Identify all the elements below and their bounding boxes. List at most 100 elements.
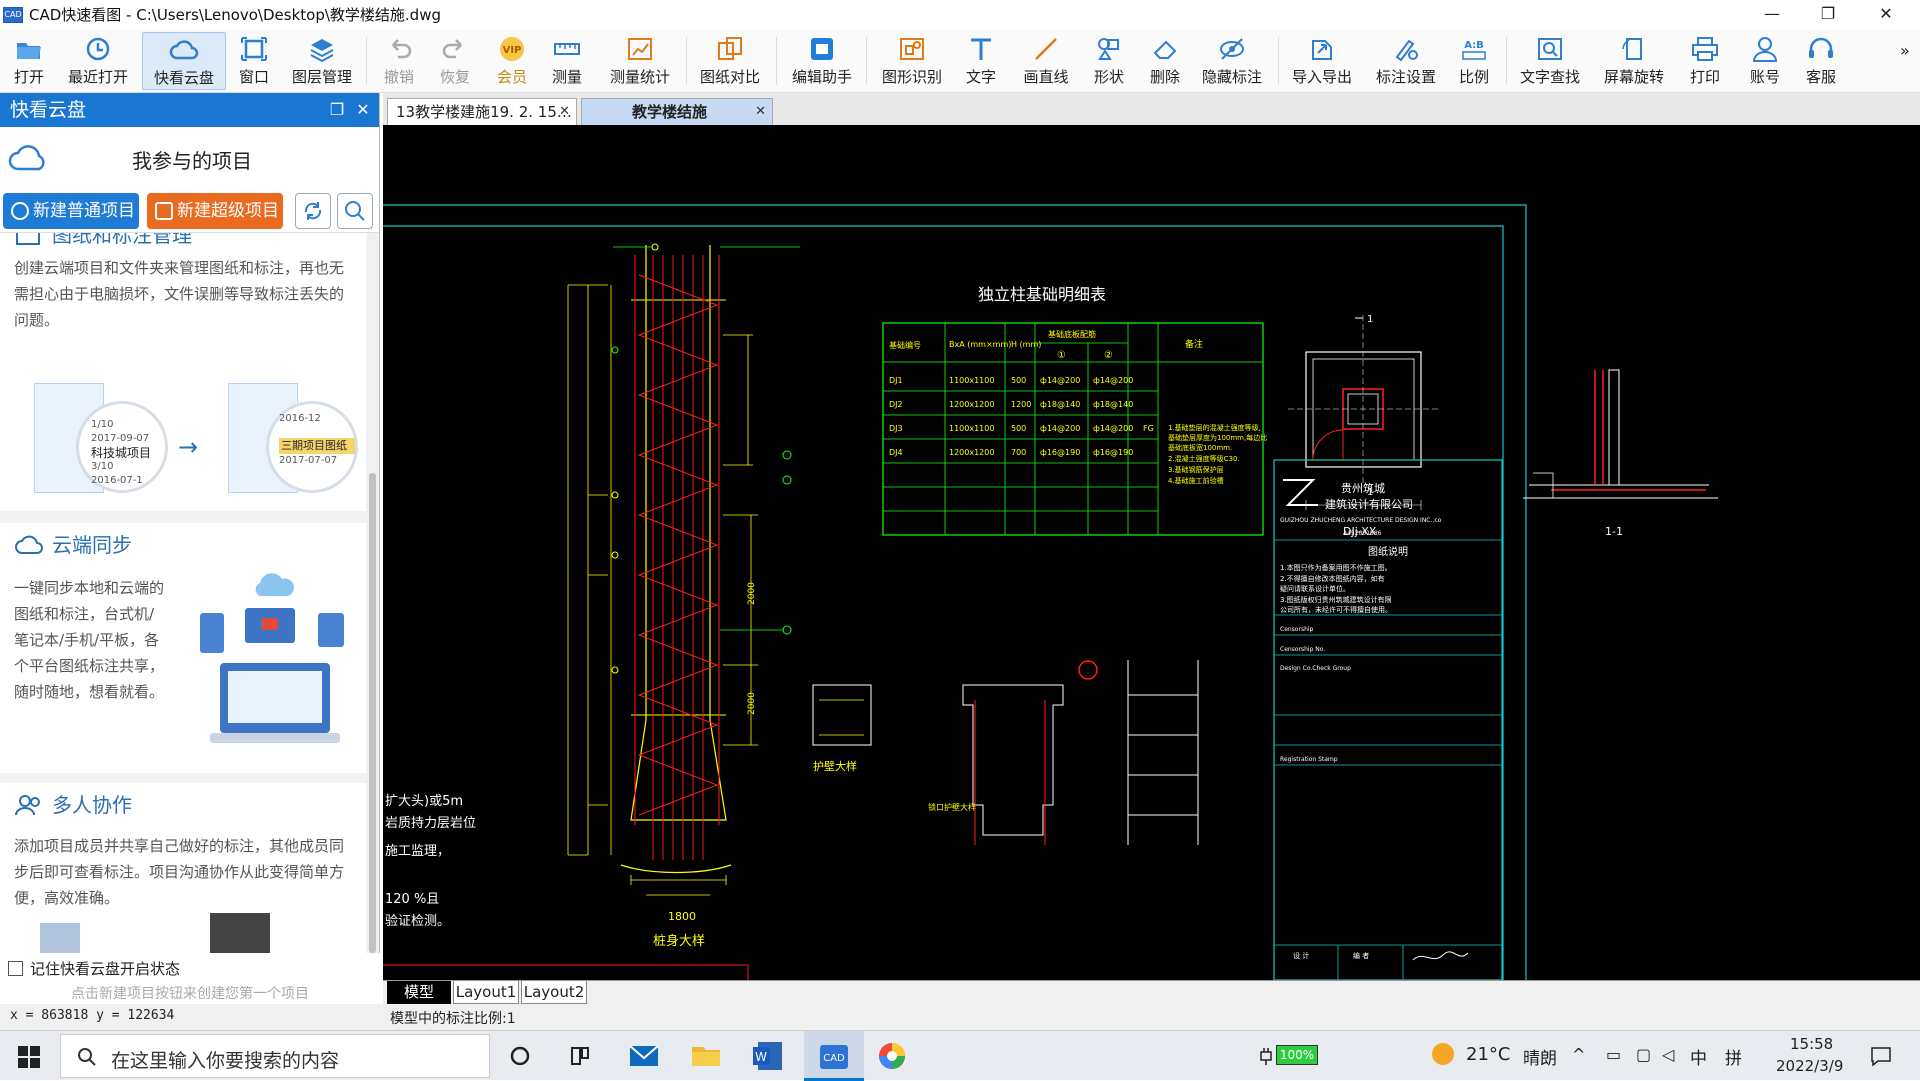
open-button[interactable]: 打开 bbox=[4, 32, 54, 90]
svg-text:1-1: 1-1 bbox=[1605, 525, 1623, 538]
svg-text:扩大头)或5m: 扩大头)或5m bbox=[385, 794, 463, 809]
close-button[interactable]: ✕ bbox=[1858, 0, 1914, 29]
file-explorer-icon[interactable] bbox=[686, 1036, 726, 1076]
feature-section: 多人协作 添加项目成员并共享自己做好的标注，其他成员同步后即可查看标注。项目沟通… bbox=[0, 783, 366, 953]
window-button[interactable]: 窗口 bbox=[232, 32, 276, 90]
tab-layout2[interactable]: Layout2 bbox=[521, 981, 587, 1004]
shape-recognize-button[interactable]: 图形识别 bbox=[876, 32, 948, 90]
toolbar-separator bbox=[686, 37, 687, 85]
plus-circle-icon bbox=[11, 202, 29, 220]
measure-button[interactable]: 测量 bbox=[542, 32, 592, 90]
chevron-up-icon[interactable]: ^ bbox=[1572, 1045, 1585, 1064]
search-icon bbox=[78, 1048, 96, 1066]
panel-close-button[interactable]: ✕ bbox=[352, 93, 374, 127]
notification-icon[interactable] bbox=[1870, 1045, 1892, 1067]
toolbar-separator bbox=[1506, 37, 1507, 85]
schedule-cell: DJ1 bbox=[889, 376, 903, 385]
document-tabs: 13教学楼建施19. 2. 15… ✕ 教学楼结施 ✕ bbox=[383, 93, 1920, 125]
ime-language-indicator[interactable]: 中 bbox=[1690, 1044, 1707, 1069]
delete-button[interactable]: 删除 bbox=[1140, 32, 1190, 90]
panel-float-button[interactable]: ❐ bbox=[326, 93, 348, 127]
svg-text:护壁大样: 护壁大样 bbox=[813, 759, 857, 773]
svg-text:建筑设计有限公司: 建筑设计有限公司 bbox=[1325, 497, 1413, 511]
measure-stats-button[interactable]: 测量统计 bbox=[604, 32, 676, 90]
speaker-icon[interactable]: ◁ bbox=[1662, 1045, 1674, 1064]
clock-time[interactable]: 15:58 bbox=[1790, 1035, 1833, 1053]
svg-text:2.不得擅自修改本图纸内容，如有: 2.不得擅自修改本图纸内容，如有 bbox=[1280, 574, 1385, 583]
minimize-button[interactable]: — bbox=[1744, 0, 1800, 29]
text-button[interactable]: 文字 bbox=[956, 32, 1006, 90]
tab-layout1[interactable]: Layout1 bbox=[453, 981, 519, 1004]
svg-text:①: ① bbox=[1057, 350, 1066, 361]
hide-annotation-button[interactable]: 隐藏标注 bbox=[1196, 32, 1268, 90]
remember-checkbox[interactable] bbox=[8, 961, 23, 976]
svg-text:独立柱基础明细表: 独立柱基础明细表 bbox=[978, 285, 1106, 304]
display-icon[interactable]: ▢ bbox=[1636, 1045, 1651, 1064]
tab-document-1[interactable]: 13教学楼建施19. 2. 15… ✕ bbox=[387, 98, 577, 125]
cad-app-active-indicator[interactable]: CAD bbox=[804, 1031, 864, 1081]
clock-date[interactable]: 2022/3/9 bbox=[1776, 1057, 1843, 1075]
svg-text:疑问请联系设计单位。: 疑问请联系设计单位。 bbox=[1280, 584, 1350, 593]
cloud-disk-button[interactable]: 快看云盘 bbox=[142, 32, 226, 90]
task-view-icon[interactable] bbox=[560, 1036, 600, 1076]
customer-service-button[interactable]: 客服 bbox=[1796, 32, 1846, 90]
shapes-button[interactable]: 形状 bbox=[1084, 32, 1134, 90]
tab-model[interactable]: 模型 bbox=[387, 981, 451, 1004]
vip-button[interactable]: VIP 会员 bbox=[488, 32, 536, 90]
import-export-icon bbox=[1312, 40, 1332, 60]
svg-text:Censorship: Censorship bbox=[1280, 626, 1314, 633]
new-super-project-button[interactable]: 新建超级项目 bbox=[147, 193, 283, 229]
recent-label: 最近打开 bbox=[67, 68, 128, 86]
drawing-canvas[interactable]: 2000 2000 1800 桩身大样 扩大头)或5m 岩质持力层岩位 施工监理… bbox=[383, 125, 1920, 980]
open-label: 打开 bbox=[13, 68, 44, 86]
print-button[interactable]: 打印 bbox=[1680, 32, 1730, 90]
drawing-manage-icon bbox=[16, 233, 40, 245]
compare-button[interactable]: 图纸对比 bbox=[694, 32, 766, 90]
redo-button[interactable]: 恢复 bbox=[430, 32, 480, 90]
feature-desc: 创建云端项目和文件夹来管理图纸和标注，再也无需担心由于电脑损坏，文件误删等导致标… bbox=[14, 259, 345, 329]
undo-button[interactable]: 撤销 bbox=[374, 32, 424, 90]
edit-assistant-button[interactable]: 编辑助手 bbox=[786, 32, 858, 90]
tab-document-2[interactable]: 教学楼结施 ✕ bbox=[581, 98, 773, 125]
toolbar-overflow-button[interactable]: » bbox=[1900, 41, 1910, 60]
battery-indicator[interactable]: 100% bbox=[1276, 1045, 1318, 1065]
shape-recognize-icon bbox=[900, 38, 924, 60]
panel-scrollbar[interactable] bbox=[367, 233, 378, 953]
tab-close-button[interactable]: ✕ bbox=[755, 99, 766, 125]
left-notes: 扩大头)或5m 岩质持力层岩位 施工监理， 120 %且 验证检测。 bbox=[385, 794, 476, 929]
new-normal-project-button[interactable]: 新建普通项目 bbox=[3, 193, 139, 229]
text-icon bbox=[971, 38, 991, 60]
wall-details: 护壁大样 锁口护壁大样 bbox=[812, 660, 1199, 845]
sync-button[interactable] bbox=[295, 193, 331, 229]
taskbar-search-box[interactable]: 在这里输入你要搜索的内容 bbox=[60, 1034, 490, 1078]
restore-button[interactable]: ❐ bbox=[1800, 0, 1856, 29]
hide-annotation-icon bbox=[1220, 38, 1244, 60]
schedule-cell: DJ2 bbox=[889, 400, 903, 409]
windows-start-icon[interactable] bbox=[18, 1046, 40, 1068]
cortana-icon[interactable] bbox=[500, 1036, 540, 1076]
word-icon[interactable]: W bbox=[748, 1036, 788, 1076]
recent-button[interactable]: 最近打开 bbox=[62, 32, 134, 90]
browser-icon[interactable] bbox=[872, 1036, 912, 1076]
svg-text:贵州筑城: 贵州筑城 bbox=[1341, 481, 1385, 495]
battery-icon[interactable]: ▭ bbox=[1606, 1045, 1621, 1064]
rotate-screen-button[interactable]: 屏幕旋转 bbox=[1598, 32, 1670, 90]
scroll-thumb[interactable] bbox=[369, 473, 376, 953]
import-export-button[interactable]: 导入导出 bbox=[1286, 32, 1358, 90]
weather-text[interactable]: 晴朗 bbox=[1523, 1044, 1557, 1069]
tab-close-button[interactable]: ✕ bbox=[559, 99, 570, 125]
footing-section: 1-1 bbox=[1523, 369, 1718, 538]
draw-line-button[interactable]: 画直线 bbox=[1018, 32, 1074, 90]
mail-icon[interactable] bbox=[624, 1036, 664, 1076]
ime-mode-indicator[interactable]: 拼 bbox=[1725, 1044, 1742, 1069]
layer-manager-button[interactable]: 图层管理 bbox=[286, 32, 358, 90]
weather-temp[interactable]: 21°C bbox=[1466, 1044, 1510, 1065]
scale-button[interactable]: A:B 比例 bbox=[1450, 32, 1498, 90]
svg-text:BxA (mm×mm): BxA (mm×mm) bbox=[949, 340, 1011, 349]
account-button[interactable]: 账号 bbox=[1740, 32, 1790, 90]
text-search-button[interactable]: 文字查找 bbox=[1514, 32, 1586, 90]
feature-title-text: 多人协作 bbox=[52, 793, 132, 817]
schedule-cell: 1100x1100 bbox=[949, 376, 994, 385]
annotation-settings-button[interactable]: 标注设置 bbox=[1370, 32, 1442, 90]
panel-search-button[interactable] bbox=[337, 193, 373, 229]
